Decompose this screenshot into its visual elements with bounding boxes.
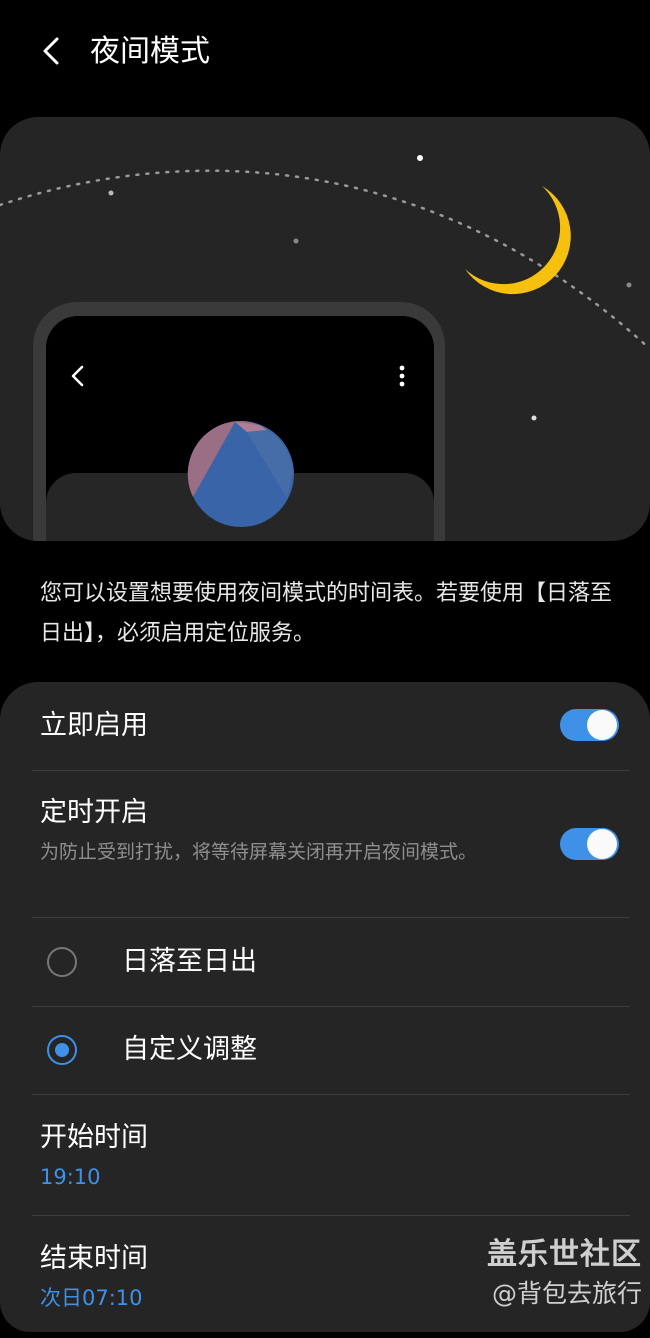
start-time-row[interactable]: 开始时间 19:10 [0, 1095, 650, 1215]
radio-button-selected[interactable] [47, 1035, 77, 1065]
option-custom-schedule[interactable]: 自定义调整 [0, 1007, 650, 1095]
more-options-icon [399, 365, 405, 387]
enable-now-row[interactable]: 立即启用 [0, 682, 650, 770]
switch-knob [587, 710, 617, 740]
star-icon [626, 282, 632, 288]
switch-knob [587, 829, 617, 859]
phone-mockup-screen [46, 316, 434, 541]
night-filter-circle-graphic [187, 420, 294, 527]
scheduled-row[interactable]: 定时开启 为防止受到打扰，将等待屏幕关闭再开启夜间模式。 [0, 771, 650, 918]
radio-dot [55, 1043, 69, 1057]
enable-now-label: 立即启用 [40, 710, 148, 741]
star-icon [531, 415, 537, 421]
night-mode-illustration [0, 117, 650, 541]
star-icon [108, 190, 114, 196]
radio-button[interactable] [47, 947, 77, 977]
start-time-value: 19:10 [40, 1165, 101, 1189]
back-button[interactable] [30, 30, 74, 74]
night-mode-screen: 夜间模式 您可以设置想要使用夜间模式的时间表。若要使用【日落至日出】，必须启用定… [0, 0, 650, 1338]
option-label: 自定义调整 [122, 1034, 257, 1065]
start-time-label: 开始时间 [40, 1122, 148, 1153]
option-sunset-to-sunrise[interactable]: 日落至日出 [0, 918, 650, 1006]
star-icon [417, 155, 423, 161]
star-icon [293, 238, 299, 244]
enable-now-switch[interactable] [560, 709, 619, 741]
back-arrow-icon [43, 37, 59, 65]
crescent-moon-icon [465, 186, 571, 295]
watermark-author: @背包去旅行 [491, 1279, 642, 1308]
watermark-site-name: 盖乐世社区 [487, 1237, 642, 1272]
app-bar: 夜间模式 [0, 0, 650, 108]
end-time-label: 结束时间 [40, 1243, 148, 1274]
end-time-value: 次日07:10 [40, 1286, 143, 1310]
scheduled-switch[interactable] [560, 828, 619, 860]
back-arrow-icon [71, 365, 84, 387]
scheduled-label: 定时开启 [40, 797, 148, 828]
page-title: 夜间模式 [90, 34, 210, 69]
scheduled-description: 为防止受到打扰，将等待屏幕关闭再开启夜间模式。 [40, 841, 478, 863]
schedule-description: 您可以设置想要使用夜间模式的时间表。若要使用【日落至日出】，必须启用定位服务。 [40, 581, 613, 646]
option-label: 日落至日出 [122, 946, 257, 977]
community-watermark: 盖乐世社区 @背包去旅行 [462, 1234, 642, 1312]
